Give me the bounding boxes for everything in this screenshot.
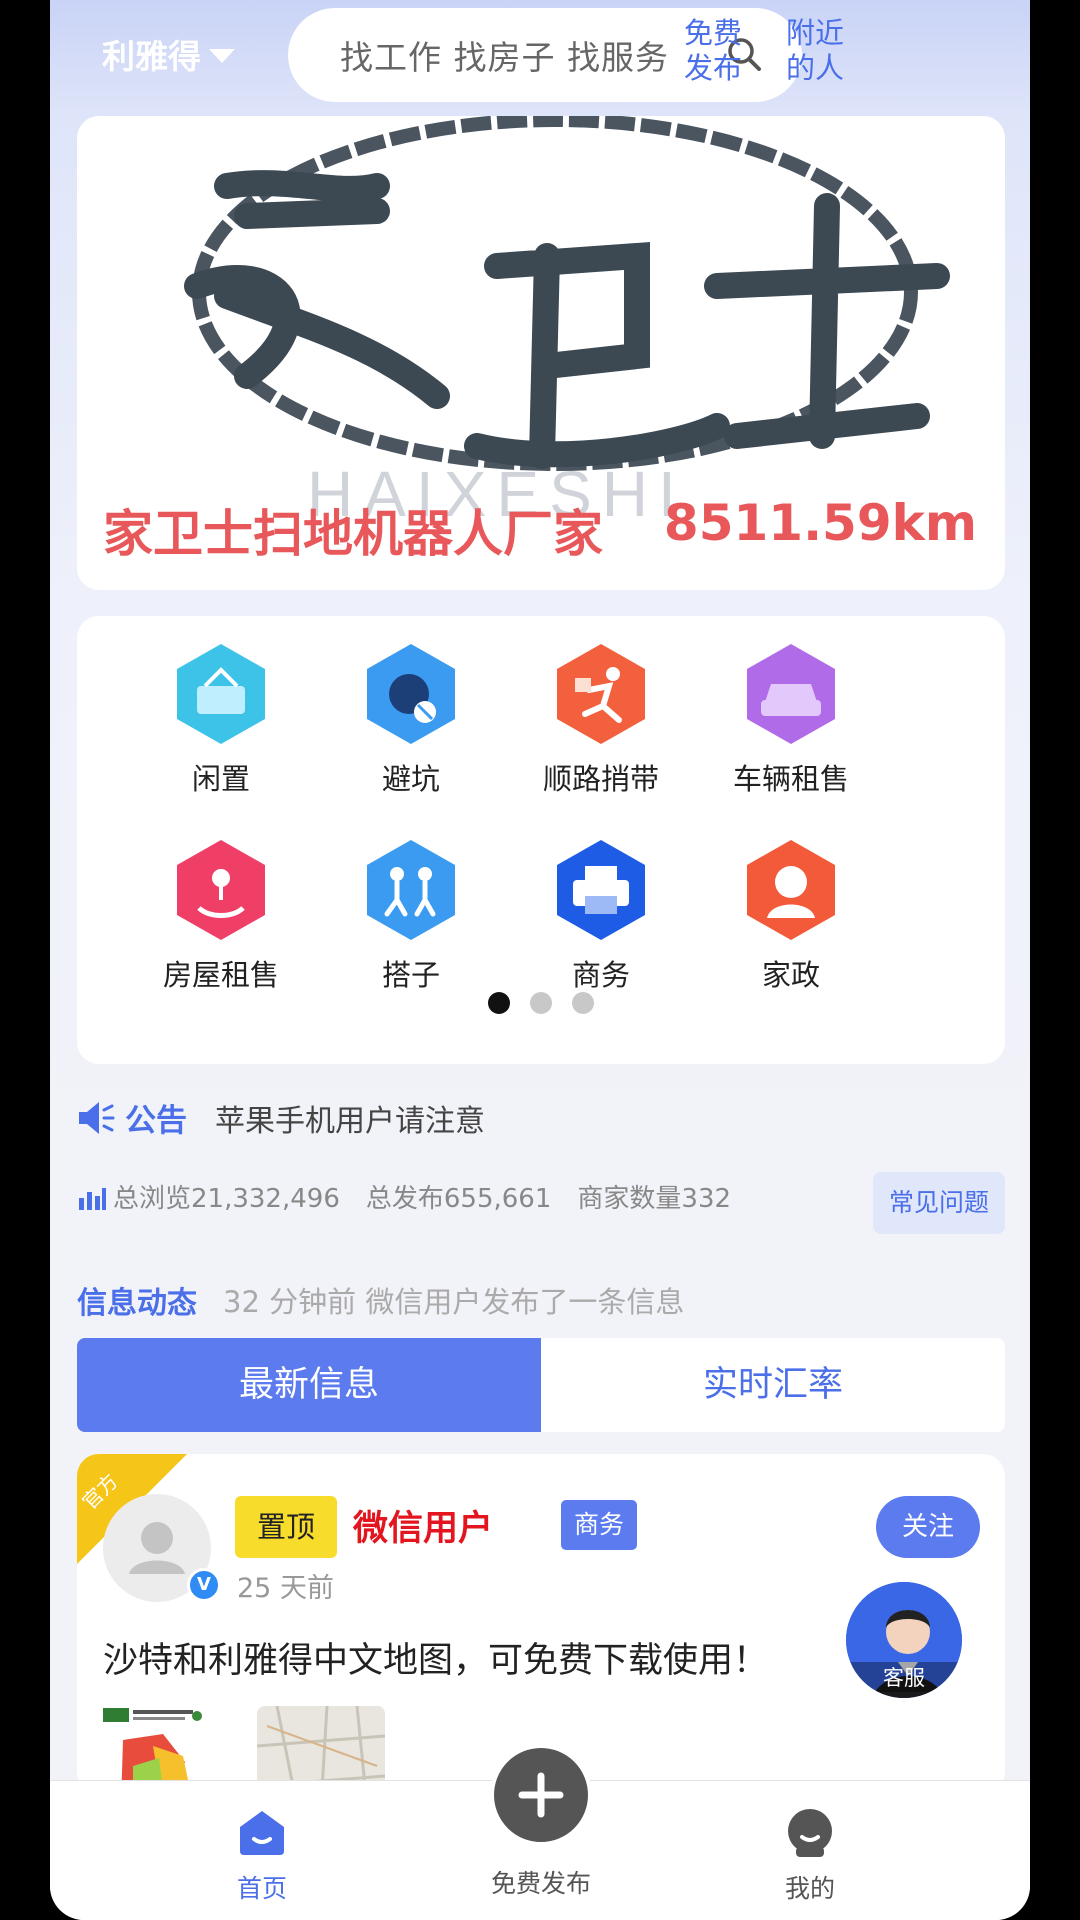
promo-banner[interactable]: HAIXESHI 家卫士扫地机器人厂家 8511.59km [77, 116, 1005, 590]
faq-button[interactable]: 常见问题 [873, 1172, 1005, 1234]
category-house[interactable]: 房屋租售 [131, 838, 311, 994]
announcement-bar[interactable]: 公告 苹果手机用户请注意 [77, 1095, 485, 1140]
stats-bar: 总浏览21,332,496 总发布655,661 商家数量332 [77, 1178, 757, 1215]
info-tabs: 最新信息 实时汇率 [77, 1338, 1005, 1432]
add-post-button[interactable] [490, 1744, 592, 1846]
page-dot[interactable] [530, 992, 552, 1014]
post-time: 25 天前 [237, 1573, 334, 1604]
category-label: 家政 [761, 958, 820, 992]
free-post-line2: 发布 [683, 51, 742, 85]
printer-icon [557, 840, 645, 940]
customer-service-button[interactable]: 客服 [842, 1578, 966, 1702]
activity-title: 信息动态 [77, 1286, 197, 1321]
banner-distance: 8511.59km [663, 494, 977, 552]
category-label: 商务 [571, 958, 630, 992]
verified-icon: V [187, 1568, 221, 1602]
category-housekeeping[interactable]: 家政 [701, 838, 881, 994]
nav-post-label[interactable]: 免费发布 [450, 1864, 632, 1900]
category-label: 闲置 [191, 762, 250, 796]
category-label: 车辆租售 [732, 762, 849, 796]
page-dot-active[interactable] [488, 992, 510, 1014]
housekeeping-icon [747, 840, 835, 940]
app-screen: 利雅得 找工作 找房子 找服务 免费 发布 附近 的人 HAIXESHI 家卫士… [50, 0, 1030, 1920]
plus-icon [518, 1772, 564, 1818]
house-icon [177, 840, 265, 940]
caret-down-icon [209, 49, 235, 63]
post-category-badge[interactable]: 商务 [561, 1500, 637, 1550]
activity-feed: 信息动态 32 分钟前 微信用户发布了一条信息 [77, 1278, 684, 1322]
banner-title: 家卫士扫地机器人厂家 [103, 505, 603, 563]
service-label: 客服 [846, 1662, 962, 1692]
pinned-badge: 置顶 [235, 1496, 337, 1558]
header: 利雅得 找工作 找房子 找服务 免费 发布 附近 的人 [50, 0, 1030, 112]
category-avoid-trap[interactable]: 避坑 [321, 642, 501, 798]
post-username[interactable]: 微信用户 [353, 1500, 493, 1551]
nav-mine[interactable]: 我的 [730, 1807, 890, 1905]
category-label: 避坑 [381, 762, 440, 796]
home-icon [240, 1811, 284, 1855]
page-indicator [77, 992, 1005, 1014]
merchant-count: 商家数量332 [577, 1184, 732, 1214]
page-dot[interactable] [572, 992, 594, 1014]
megaphone-icon [79, 1101, 115, 1134]
nav-home[interactable]: 首页 [182, 1807, 342, 1905]
activity-latest: 32 分钟前 微信用户发布了一条信息 [223, 1285, 685, 1319]
category-idle[interactable]: 闲置 [131, 642, 311, 798]
search-placeholder: 找工作 找房子 找服务 [340, 38, 669, 77]
city-selector[interactable]: 利雅得 [102, 30, 235, 78]
total-posts: 总发布655,661 [365, 1184, 552, 1214]
nearby-line2: 的人 [785, 51, 844, 85]
errand-icon [557, 644, 645, 744]
avoid-trap-icon [367, 644, 455, 744]
category-errand[interactable]: 顺路捎带 [511, 642, 691, 798]
category-business[interactable]: 商务 [511, 838, 691, 994]
category-label: 搭子 [381, 958, 440, 992]
free-post-link[interactable]: 免费 发布 [678, 16, 748, 86]
announcement-text: 苹果手机用户请注意 [215, 1103, 485, 1139]
profile-icon [788, 1809, 832, 1857]
bar-chart-icon [79, 1187, 106, 1210]
car-icon [747, 644, 835, 744]
city-label: 利雅得 [102, 37, 201, 76]
announcement-tag: 公告 [125, 1103, 187, 1139]
category-partner[interactable]: 搭子 [321, 838, 501, 994]
idle-goods-icon [177, 644, 265, 744]
post-text[interactable]: 沙特和利雅得中文地图，可免费下载使用！ [103, 1632, 768, 1683]
tab-exchange-rate[interactable]: 实时汇率 [541, 1338, 1005, 1432]
category-label: 顺路捎带 [542, 762, 659, 796]
category-car[interactable]: 车辆租售 [701, 642, 881, 798]
nav-home-label: 首页 [236, 1874, 287, 1903]
free-post-line1: 免费 [683, 16, 742, 50]
tab-latest-info[interactable]: 最新信息 [77, 1338, 541, 1432]
nav-mine-label: 我的 [784, 1874, 835, 1903]
total-views: 总浏览21,332,496 [113, 1184, 340, 1214]
nearby-people-link[interactable]: 附近 的人 [780, 16, 850, 86]
category-grid: 闲置 避坑 顺路捎带 车辆租售 房屋租售 搭子 商务 家政 [77, 616, 1005, 1064]
nearby-line1: 附近 [785, 16, 844, 50]
follow-button[interactable]: 关注 [876, 1496, 980, 1558]
category-label: 房屋租售 [162, 958, 279, 992]
partner-icon [367, 840, 455, 940]
